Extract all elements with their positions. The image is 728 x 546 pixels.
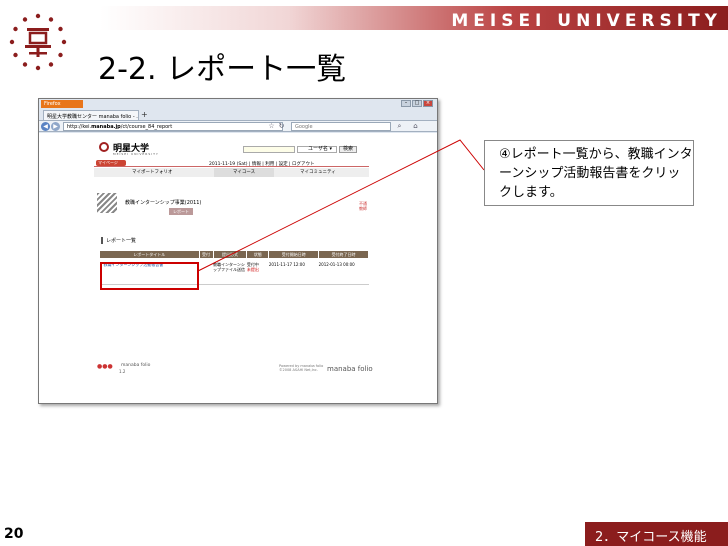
navigation-bar: ◀ ▶ http://kei.manaba.jp/ct/course_84_re… <box>39 120 437 132</box>
site-search-button[interactable]: 検索 <box>339 146 357 153</box>
column-header: 受付開始日時 <box>268 250 320 259</box>
column-header: 受付 <box>198 250 214 259</box>
header-band: MEISEI UNIVERSITY <box>100 6 728 31</box>
section-footer-label: 2．マイコース機能 <box>585 522 728 546</box>
folio-version: 1.2 <box>119 369 126 374</box>
url-bar[interactable]: http://kei.manaba.jp/ct/course_84_report <box>63 122 283 131</box>
back-arrow-icon[interactable]: ◀ <box>41 122 50 131</box>
end-date-cell: 2012-01-13 00:00 <box>318 258 369 285</box>
search-scope-select[interactable]: ユーザ名 ▾ <box>297 146 337 153</box>
callout-box: ④レポート一覧から、教職インターンシップ活動報告書をクリックします。 <box>484 140 694 206</box>
reload-icon[interactable]: ↻ <box>277 122 286 131</box>
tab-my-portfolio[interactable]: マイポートフォリオ <box>132 168 173 177</box>
course-side-link[interactable]: 教師 <box>359 206 367 211</box>
course-title[interactable]: 教職インターンシップ事業(2011) <box>125 199 201 206</box>
forward-arrow-icon[interactable]: ▶ <box>51 122 60 131</box>
university-name: MEISEI UNIVERSITY <box>451 11 722 31</box>
course-header: 教職インターンシップ事業(2011) レポート 不通 教師 <box>97 193 367 233</box>
column-header: 状態 <box>246 250 270 259</box>
format-cell: 教職インターンシップファイル送信 <box>213 258 247 285</box>
search-icon[interactable]: ⌕ <box>395 122 404 131</box>
start-date-cell: 2011-11-17 12:00 <box>268 258 319 285</box>
report-tab-button[interactable]: レポート <box>169 208 193 215</box>
column-header: 受付終了日時 <box>318 250 369 259</box>
site-subnav: マイポートフォリオ マイコース マイコミュニティ <box>94 168 369 177</box>
course-icon <box>97 193 117 213</box>
browser-search-input[interactable]: Google <box>291 122 391 131</box>
tab-my-courses[interactable]: マイコース <box>214 168 274 177</box>
firefox-menu-button[interactable]: Firefox <box>41 100 83 108</box>
site-search-input[interactable] <box>243 146 295 153</box>
site-logo-subtitle: MEISEI UNIVERSITY <box>113 152 159 156</box>
url-path: /ct/course_84_report <box>120 124 173 130</box>
url-domain: manaba.jp <box>91 124 121 130</box>
course-side-links[interactable]: 不通 教師 <box>359 201 367 211</box>
browser-window: Firefox – □ × 明星大学教職センター manaba folio - … <box>38 98 438 404</box>
close-icon[interactable]: × <box>423 100 433 107</box>
manaba-folio-logo: manaba folio <box>327 365 373 373</box>
copyright-line: ©2008 ASAHI Net,Inc. <box>279 368 318 372</box>
site-logo-icon <box>99 142 109 152</box>
home-icon[interactable]: ⌂ <box>411 122 420 131</box>
reception-cell <box>199 258 214 285</box>
tab-my-community[interactable]: マイコミュニティ <box>300 168 336 177</box>
folio-name: manaba folio <box>121 363 151 368</box>
search-scope-label: ユーザ名 <box>308 146 328 152</box>
report-list-heading: レポート一覧 <box>101 237 136 244</box>
column-header: 提出形式 <box>212 250 248 259</box>
maximize-icon[interactable]: □ <box>412 100 422 107</box>
date-and-menu-links[interactable]: 2011-11-19 (Sat) | 情報 | 利用 | 設定 | ログアウト <box>209 161 314 167</box>
web-page: 明星大学 MEISEI UNIVERSITY ユーザ名 ▾ 検索 マイページ 2… <box>39 133 437 403</box>
url-prefix: http://kei. <box>67 124 92 130</box>
university-seal-logo <box>9 13 67 71</box>
slide-title: 2-2. レポート一覧 <box>98 52 347 87</box>
slide-page-number: 20 <box>4 526 24 542</box>
column-header: レポートタイトル <box>99 250 200 259</box>
bookmark-star-icon[interactable]: ☆ <box>267 122 276 131</box>
minimize-icon[interactable]: – <box>401 100 411 107</box>
search-engine-label: Google <box>295 124 313 130</box>
highlight-box <box>100 262 199 290</box>
browser-tab[interactable]: 明星大学教職センター manaba folio - ... <box>43 110 139 120</box>
status-cell: 受付中 未提出 <box>246 258 269 285</box>
folio-dots-icon: ●●● <box>97 363 113 370</box>
mypage-tab[interactable]: マイページ <box>96 160 126 166</box>
status-unsubmitted: 未提出 <box>246 267 259 272</box>
powered-by-text: Powered by manaba folio ©2008 ASAHI Net,I… <box>279 364 323 372</box>
new-tab-icon[interactable]: + <box>141 111 149 119</box>
